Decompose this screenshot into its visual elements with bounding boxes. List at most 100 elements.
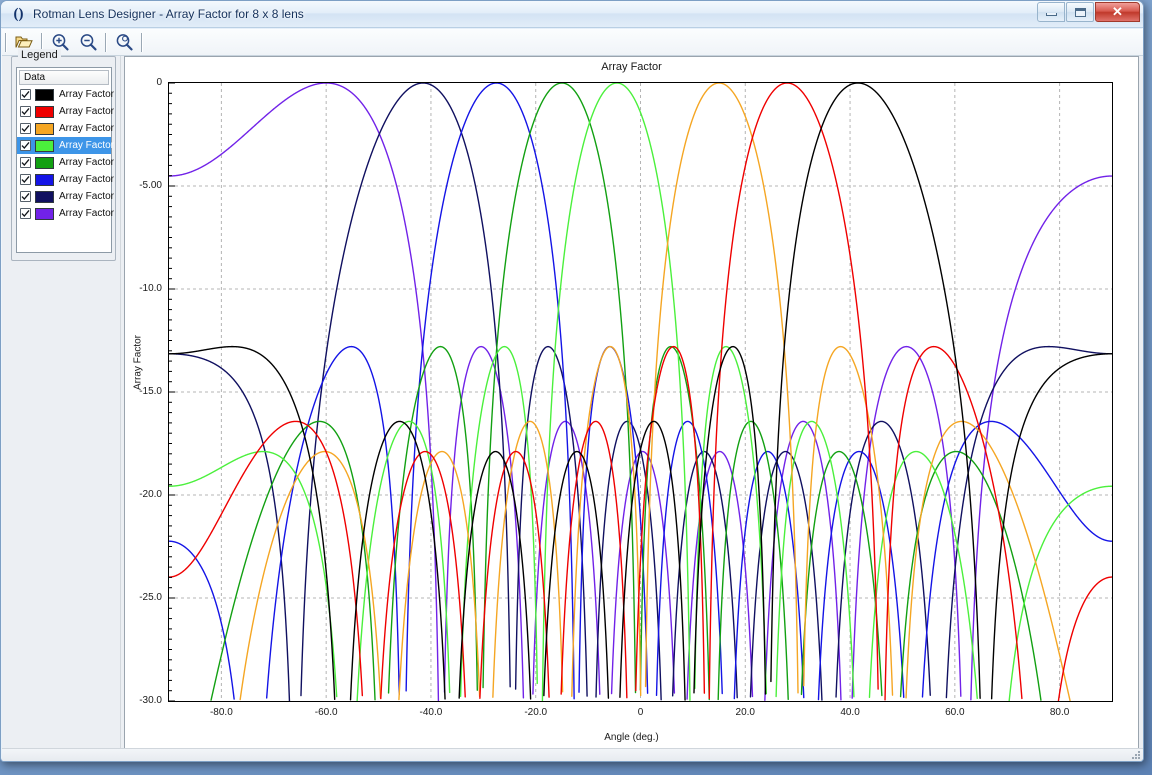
zoom-out-icon — [80, 34, 97, 51]
array-factor-curve-segment — [775, 420, 855, 698]
y-axis-tick-label: -10.0 — [139, 283, 162, 294]
resize-grip-icon[interactable] — [1130, 749, 1141, 760]
open-folder-icon — [15, 36, 33, 48]
legend-color-swatch — [35, 139, 54, 152]
y-axis-tick-label: 0 — [156, 77, 162, 88]
array-factor-curve-segment — [169, 540, 235, 700]
legend-item-checkbox[interactable] — [20, 89, 31, 100]
array-factor-curve-segment — [1008, 485, 1112, 701]
array-factor-curve-segment — [708, 83, 879, 700]
x-axis-label: Angle (deg.) — [604, 732, 659, 743]
x-axis-tick-label: 40.0 — [840, 707, 860, 718]
legend-item-checkbox[interactable] — [20, 208, 31, 219]
legend-item[interactable]: Array Factor — [17, 137, 115, 154]
chart-title: Array Factor — [601, 61, 662, 73]
title-bar[interactable]: () Rotman Lens Designer - Array Factor f… — [1, 1, 1143, 28]
legend-item[interactable]: Array Factor — [17, 154, 115, 171]
y-axis-tick-label: -15.0 — [139, 386, 162, 397]
maximize-icon — [1074, 7, 1086, 17]
toolbar-separator — [141, 32, 143, 52]
array-factor-curve-segment — [169, 345, 336, 701]
array-factor-curve-segment — [479, 450, 550, 699]
array-factor-curve-segment — [921, 420, 1112, 698]
legend-color-swatch — [35, 156, 54, 169]
legend-rows-container: Array Factor Array Factor Array Factor Arra… — [17, 86, 115, 222]
checkmark-icon — [21, 192, 30, 200]
legend-item-label: Array Factor — [59, 191, 115, 202]
checkmark-icon — [21, 90, 30, 98]
legend-item[interactable]: Array Factor — [17, 103, 115, 120]
maximize-button[interactable] — [1066, 2, 1094, 22]
chart-panel: Array Factor Array Factor Angle (deg.) 0… — [124, 56, 1139, 750]
legend-color-swatch — [35, 122, 54, 135]
array-factor-curve-segment — [398, 450, 481, 701]
x-axis-tick-label: -80.0 — [209, 707, 233, 718]
legend-item-label: Array Factor — [59, 106, 115, 117]
checkmark-icon — [21, 158, 30, 166]
toolbar-separator — [5, 32, 7, 52]
legend-item-checkbox[interactable] — [20, 123, 31, 134]
minimize-button[interactable] — [1037, 2, 1065, 22]
legend-item-label: Array Factor — [59, 89, 115, 100]
legend-pane: Legend Data Array Factor Array Factor Arra… — [7, 49, 119, 746]
legend-item-checkbox[interactable] — [20, 157, 31, 168]
legend-item-label: Array Factor — [59, 208, 115, 219]
legend-column-header[interactable]: Data — [19, 70, 109, 85]
zoom-out-button[interactable] — [75, 31, 101, 54]
legend-item-checkbox[interactable] — [20, 106, 31, 117]
array-factor-curve-segment — [694, 345, 768, 695]
array-factor-curve-segment — [884, 345, 1023, 701]
x-axis-tick-label: 60.0 — [945, 707, 965, 718]
y-axis-tick-label: -20.0 — [139, 489, 162, 500]
legend-item[interactable]: Array Factor — [17, 86, 115, 103]
window-controls: ✕ — [1036, 2, 1140, 22]
legend-color-swatch — [35, 173, 54, 186]
legend-color-swatch — [35, 105, 54, 118]
legend-item-label: Array Factor — [59, 140, 115, 151]
x-axis-tick-label: -20.0 — [524, 707, 548, 718]
checkmark-icon — [21, 175, 30, 183]
close-button[interactable]: ✕ — [1095, 2, 1140, 22]
legend-item-checkbox[interactable] — [20, 191, 31, 202]
array-factor-curve-segment — [970, 175, 1112, 701]
y-axis-tick-label: -25.0 — [139, 592, 162, 603]
legend-item[interactable]: Array Factor — [17, 188, 115, 205]
legend-item-label: Array Factor — [59, 123, 115, 134]
array-factor-plot — [169, 83, 1112, 701]
legend-item-label: Array Factor — [59, 157, 115, 168]
checkmark-icon — [21, 107, 30, 115]
legend-item-checkbox[interactable] — [20, 174, 31, 185]
legend-list[interactable]: Data Array Factor Array Factor Array Facto… — [16, 67, 115, 253]
x-axis-tick-label: 0 — [637, 707, 644, 718]
legend-item[interactable]: Array Factor — [17, 205, 115, 222]
legend-item-checkbox[interactable] — [20, 140, 31, 151]
status-strip — [2, 748, 1143, 761]
zoom-reset-button[interactable] — [111, 31, 137, 54]
x-axis-tick-label: 80.0 — [1049, 707, 1070, 718]
checkmark-icon — [21, 124, 30, 132]
legend-item[interactable]: Array Factor — [17, 120, 115, 137]
minimize-icon — [1045, 13, 1057, 16]
application-window: () Rotman Lens Designer - Array Factor f… — [0, 0, 1144, 762]
legend-caption: Legend — [18, 49, 61, 61]
array-factor-curve-segment — [693, 345, 767, 695]
legend-group-box: Legend Data Array Factor Array Factor Arra… — [11, 49, 116, 261]
legend-item[interactable]: Array Factor — [17, 171, 114, 188]
checkmark-icon — [21, 209, 30, 217]
toolbar — [2, 29, 1143, 56]
x-axis-tick-label: -40.0 — [419, 707, 443, 718]
plot-area[interactable] — [168, 82, 1113, 702]
window-title: Rotman Lens Designer - Array Factor for … — [33, 7, 304, 21]
zoom-reset-icon — [116, 34, 133, 51]
legend-color-swatch — [35, 190, 54, 203]
legend-color-swatch — [35, 207, 54, 220]
checkmark-icon — [21, 141, 30, 149]
x-axis-tick-label: 20.0 — [735, 707, 755, 718]
close-icon: ✕ — [1112, 4, 1123, 19]
toolbar-separator — [105, 32, 107, 52]
client-area: Legend Data Array Factor Array Factor Arra… — [2, 49, 1143, 761]
y-axis-tick-label: -5.00 — [139, 180, 162, 191]
x-axis-tick-label: -60.0 — [314, 707, 338, 718]
y-axis-tick-label: -30.0 — [139, 695, 162, 706]
lens-icon: () — [13, 5, 24, 22]
